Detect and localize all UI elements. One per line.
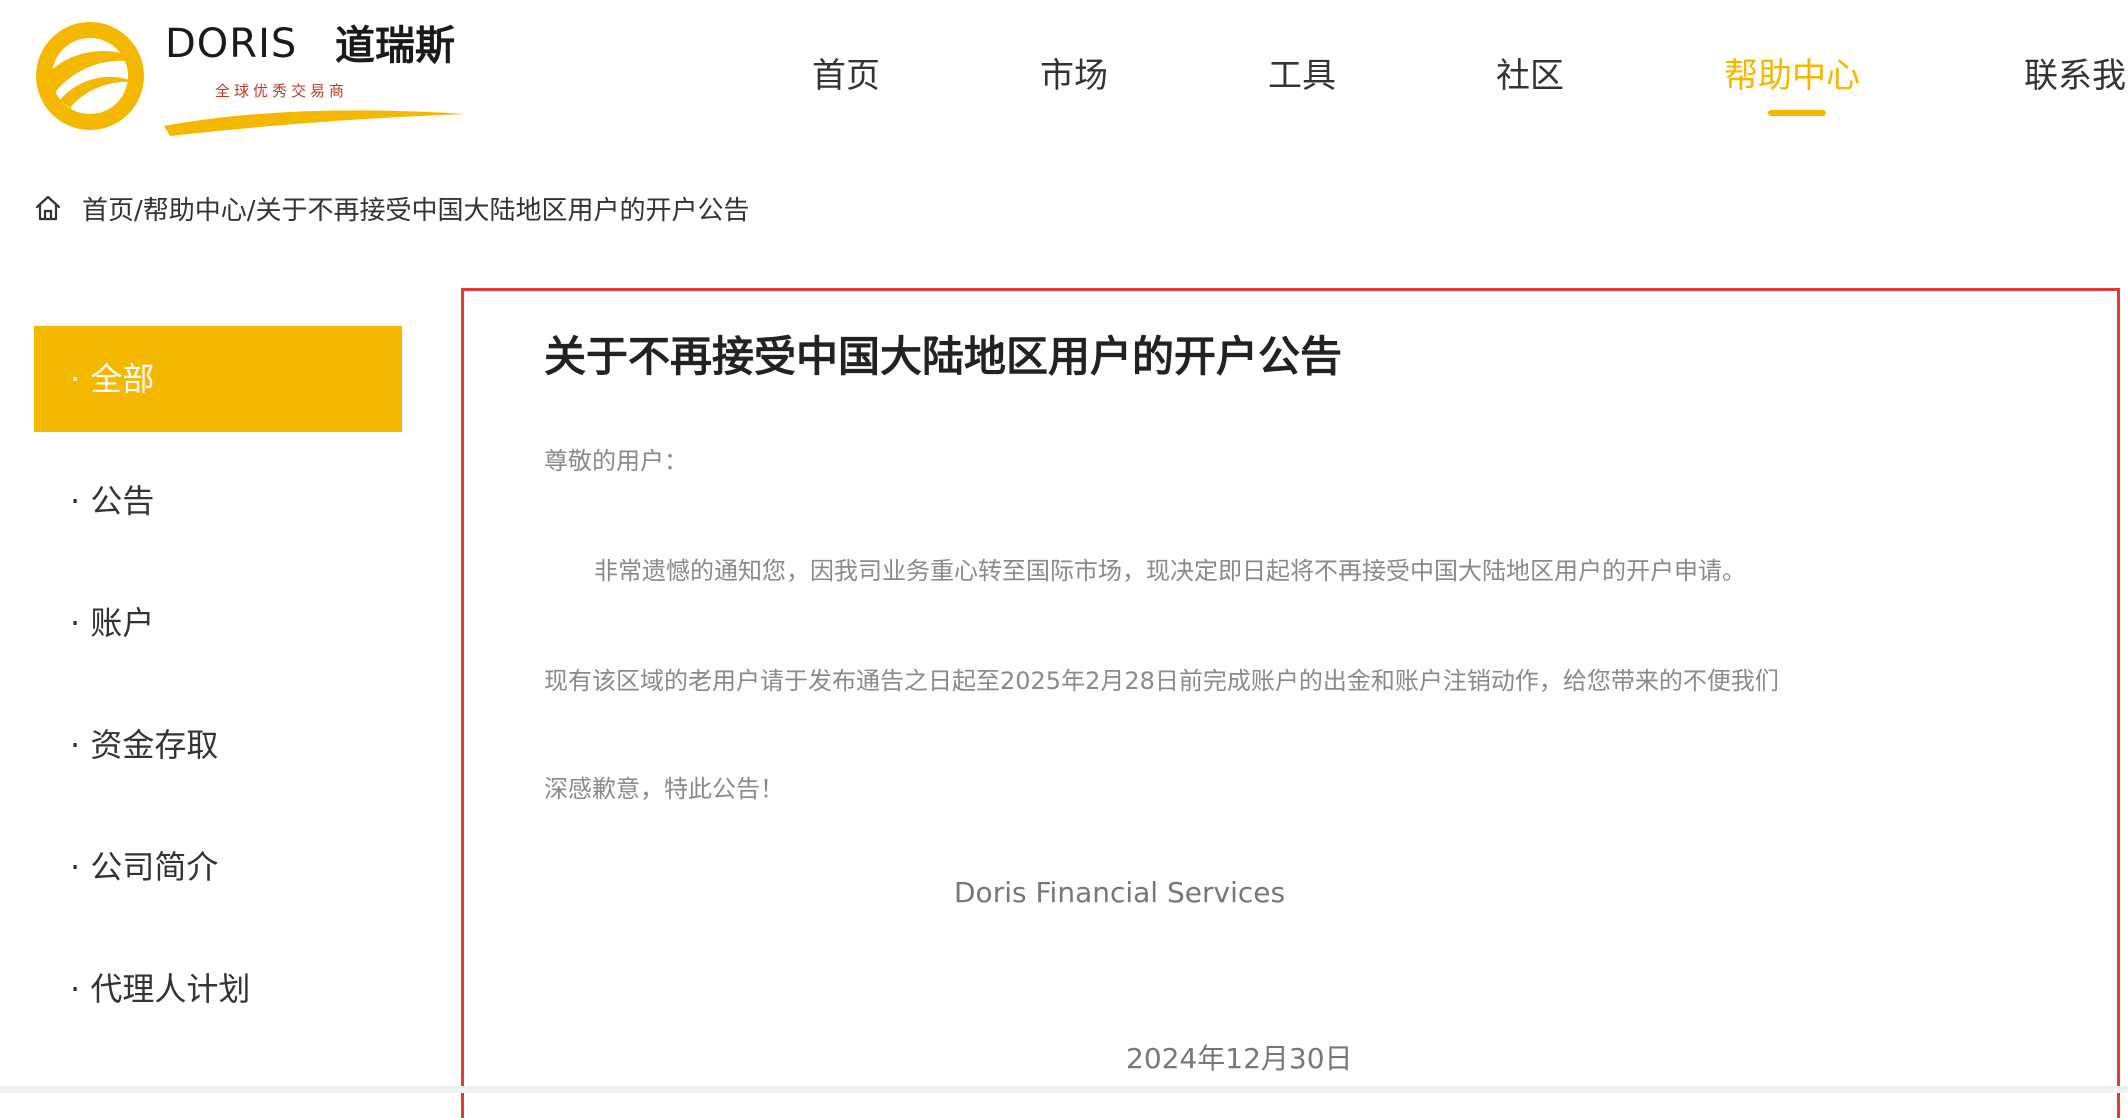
- nav-community[interactable]: 社区: [1496, 52, 1564, 100]
- nav-help-center[interactable]: 帮助中心: [1724, 52, 1860, 100]
- nav-home[interactable]: 首页: [812, 52, 880, 100]
- article-title: 关于不再接受中国大陆地区用户的开户公告: [544, 332, 1343, 381]
- sidebar-item-account[interactable]: · 账户: [34, 570, 402, 676]
- nav-contact[interactable]: 联系我: [2024, 52, 2126, 100]
- sidebar-item-agent-program[interactable]: · 代理人计划: [34, 936, 402, 1042]
- breadcrumb: 首页/帮助中心/关于不再接受中国大陆地区用户的开户公告: [34, 188, 750, 228]
- site-header: DORIS 道瑞斯 全球优秀交易商 首页 市场 工具 社区 帮助中心 联系我: [0, 0, 2128, 150]
- nav-tools[interactable]: 工具: [1268, 52, 1336, 100]
- sidebar-item-company-profile[interactable]: · 公司简介: [34, 814, 402, 920]
- article-paragraph: 现有该区域的老用户请于发布通告之日起至2025年2月28日前完成账户的出金和账户…: [544, 667, 1779, 695]
- sidebar-item-deposit-withdrawal[interactable]: · 资金存取: [34, 692, 402, 798]
- article-greeting: 尊敬的用户：: [544, 447, 688, 475]
- sidebar-item-all[interactable]: · 全部: [34, 326, 402, 432]
- main-nav: 首页 市场 工具 社区 帮助中心 联系我: [0, 0, 2128, 150]
- article-paragraph: 深感歉意，特此公告！: [544, 775, 784, 803]
- article-signature: Doris Financial Services: [954, 876, 1286, 909]
- article-date: 2024年12月30日: [1126, 1042, 1353, 1075]
- scroll-shadow: [0, 1086, 2128, 1093]
- home-icon[interactable]: [34, 194, 62, 222]
- nav-active-indicator: [1768, 110, 1826, 116]
- article-paragraph: 非常遗憾的通知您，因我司业务重心转至国际市场，现决定即日起将不再接受中国大陆地区…: [594, 557, 1746, 585]
- breadcrumb-path[interactable]: 首页/帮助中心/关于不再接受中国大陆地区用户的开户公告: [82, 190, 750, 227]
- sidebar-item-announcements[interactable]: · 公告: [34, 448, 402, 554]
- article-panel: 关于不再接受中国大陆地区用户的开户公告 尊敬的用户： 非常遗憾的通知您，因我司业…: [461, 288, 2120, 1118]
- nav-market[interactable]: 市场: [1040, 52, 1108, 100]
